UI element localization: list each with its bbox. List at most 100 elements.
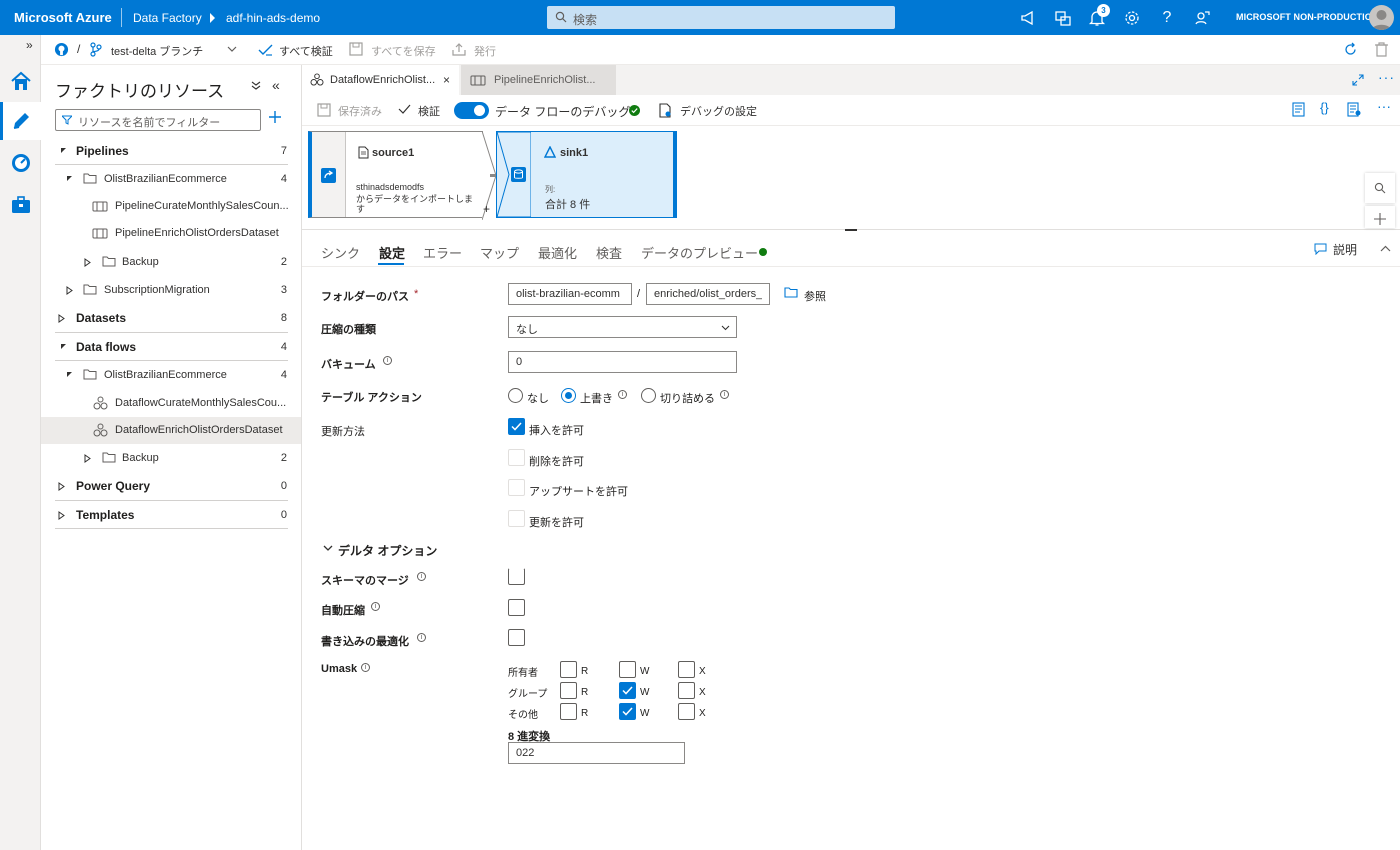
umask-others-x-checkbox[interactable] — [678, 703, 695, 720]
info-icon[interactable]: i — [720, 390, 729, 399]
user-avatar[interactable] — [1369, 5, 1394, 30]
tab-errors[interactable]: エラー — [423, 243, 462, 262]
octal-input[interactable]: 022 — [508, 742, 685, 764]
more-actions-icon[interactable]: ··· — [1377, 98, 1391, 114]
tree-folder-subscription-migration[interactable]: SubscriptionMigration 3 — [41, 277, 301, 304]
table-action-truncate-radio[interactable] — [641, 388, 656, 403]
umask-others-w-checkbox[interactable] — [619, 703, 636, 720]
feedback-icon[interactable] — [1193, 9, 1211, 27]
schema-merge-checkbox[interactable] — [508, 568, 525, 585]
script-icon[interactable] — [1292, 102, 1305, 117]
canvas-search-button[interactable] — [1365, 173, 1395, 203]
service-name[interactable]: Data Factory — [133, 11, 202, 25]
gear-icon[interactable] — [1123, 9, 1141, 27]
global-search-input[interactable]: 検索 — [547, 6, 895, 29]
help-icon[interactable]: ? — [1158, 9, 1176, 27]
megaphone-icon[interactable] — [1019, 9, 1037, 27]
manage-nav-button[interactable] — [0, 186, 41, 224]
table-action-overwrite-radio[interactable] — [561, 388, 576, 403]
tree-folder-pipelines-backup[interactable]: Backup 2 — [41, 249, 301, 276]
auto-compact-checkbox[interactable] — [508, 599, 525, 616]
umask-group-r-checkbox[interactable] — [560, 682, 577, 699]
home-nav-button[interactable] — [0, 62, 41, 100]
browse-button[interactable]: 参照 — [804, 288, 826, 304]
tree-item-dataflow-enrich[interactable]: DataflowEnrichOlistOrdersDataset — [41, 417, 301, 444]
optimize-write-checkbox[interactable] — [508, 629, 525, 646]
info-icon[interactable]: i — [618, 390, 627, 399]
allow-insert-checkbox[interactable] — [508, 418, 525, 435]
tab-dataflow-enrich[interactable]: DataflowEnrichOlist... × — [302, 65, 459, 95]
umask-group-w-checkbox[interactable] — [619, 682, 636, 699]
umask-owner-w-checkbox[interactable] — [619, 661, 636, 678]
umask-owner-x-checkbox[interactable] — [678, 661, 695, 678]
tab-pipeline-enrich[interactable]: PipelineEnrichOlist... — [461, 65, 616, 95]
close-tab-icon[interactable]: × — [443, 73, 450, 87]
switch-directory-icon[interactable] — [1054, 9, 1072, 27]
source-node[interactable]: source1 sthinadsdemodfs からデータをインポートしま す — [308, 131, 483, 218]
collapse-all-icon[interactable] — [251, 80, 261, 90]
author-nav-button[interactable] — [0, 102, 41, 140]
resource-filter-input[interactable]: リソースを名前でフィルター — [55, 109, 261, 131]
factory-name[interactable]: adf-hin-ads-demo — [226, 11, 320, 25]
allow-upsert-checkbox[interactable] — [508, 479, 525, 496]
validate-button[interactable]: 検証 — [418, 103, 440, 119]
resize-handle[interactable] — [845, 229, 857, 231]
discard-icon[interactable] — [1375, 42, 1388, 57]
umask-others-r-checkbox[interactable] — [560, 703, 577, 720]
vacuum-input[interactable]: 0 — [508, 351, 737, 373]
add-resource-icon[interactable] — [268, 110, 282, 124]
brand-title[interactable]: Microsoft Azure — [14, 10, 112, 25]
save-all-button[interactable]: すべてを保存 — [371, 43, 436, 59]
compression-select[interactable]: なし — [508, 316, 737, 338]
sink-node[interactable]: sink1 列: 合計 8 件 — [496, 131, 677, 218]
expand-rail-icon[interactable]: » — [26, 38, 33, 52]
collapse-panel-icon[interactable]: « — [272, 77, 280, 93]
allow-delete-checkbox[interactable] — [508, 449, 525, 466]
tab-optimize[interactable]: 最適化 — [538, 243, 577, 262]
tab-data-preview[interactable]: データのプレビュー — [641, 243, 758, 262]
chevron-down-icon[interactable] — [323, 545, 333, 552]
info-icon[interactable]: i — [417, 572, 426, 581]
info-icon[interactable]: i — [417, 633, 426, 642]
branch-selector[interactable]: test-delta ブランチ — [111, 43, 203, 59]
tree-folder-pipelines-olist[interactable]: OlistBrazilianEcommerce 4 — [41, 166, 301, 193]
tree-item-dataflow-curate[interactable]: DataflowCurateMonthlySalesCou... — [41, 390, 301, 417]
more-tabs-icon[interactable]: ··· — [1378, 69, 1395, 85]
debug-settings-button[interactable]: デバッグの設定 — [680, 103, 757, 119]
code-braces-icon[interactable]: {} — [1320, 100, 1329, 115]
tree-folder-dataflows-olist[interactable]: OlistBrazilianEcommerce 4 — [41, 362, 301, 389]
tree-group-pipelines[interactable]: Pipelines 7 — [41, 138, 301, 165]
chevron-down-icon[interactable] — [227, 46, 237, 53]
debug-toggle[interactable] — [454, 102, 489, 119]
monitor-nav-button[interactable] — [0, 144, 41, 182]
properties-icon[interactable] — [1347, 102, 1361, 117]
table-action-none-radio[interactable] — [508, 388, 523, 403]
description-button[interactable]: 説明 — [1333, 241, 1357, 258]
info-icon[interactable]: i — [383, 356, 392, 365]
info-icon[interactable]: i — [361, 663, 370, 672]
tree-item-pipeline-curate[interactable]: PipelineCurateMonthlySalesCoun... — [41, 193, 301, 220]
umask-owner-r-checkbox[interactable] — [560, 661, 577, 678]
tab-inspect[interactable]: 検査 — [596, 243, 622, 262]
tree-group-templates[interactable]: Templates 0 — [41, 502, 301, 529]
tab-sink[interactable]: シンク — [321, 243, 360, 262]
tree-item-pipeline-enrich[interactable]: PipelineEnrichOlistOrdersDataset — [41, 220, 301, 247]
zoom-in-button[interactable] — [1365, 206, 1395, 228]
info-icon[interactable]: i — [371, 602, 380, 611]
validate-all-button[interactable]: すべて検証 — [279, 43, 333, 59]
publish-button[interactable]: 発行 — [474, 43, 496, 59]
folder-path-directory-input[interactable]: enriched/olist_orders_ — [646, 283, 770, 305]
tree-group-dataflows[interactable]: Data flows 4 — [41, 334, 301, 361]
refresh-icon[interactable] — [1343, 42, 1358, 57]
delta-options-header[interactable]: デルタ オプション — [338, 542, 437, 559]
tree-group-power-query[interactable]: Power Query 0 — [41, 473, 301, 500]
tree-group-datasets[interactable]: Datasets 8 — [41, 305, 301, 332]
umask-group-x-checkbox[interactable] — [678, 682, 695, 699]
add-transform-button[interactable]: + — [483, 202, 490, 216]
tab-settings[interactable]: 設定 — [379, 243, 405, 262]
allow-update-checkbox[interactable] — [508, 510, 525, 527]
tree-folder-dataflows-backup[interactable]: Backup 2 — [41, 445, 301, 472]
tab-mapping[interactable]: マップ — [480, 243, 519, 262]
github-icon[interactable] — [54, 42, 69, 57]
folder-path-container-input[interactable]: olist-brazilian-ecomm — [508, 283, 632, 305]
